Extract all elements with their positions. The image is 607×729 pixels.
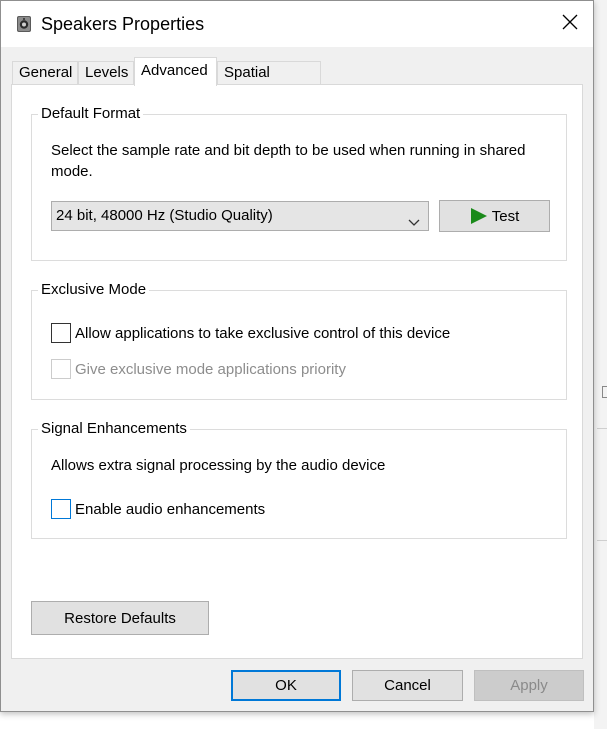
sample-rate-dropdown[interactable]: 24 bit, 48000 Hz (Studio Quality) [51,201,429,231]
exclusive-priority-label: Give exclusive mode applications priorit… [75,360,346,378]
close-icon [562,14,578,34]
cancel-button[interactable]: Cancel [352,670,463,701]
default-format-legend: Default Format [38,104,144,124]
ok-button[interactable]: OK [231,670,341,701]
allow-exclusive-checkbox-row[interactable]: Allow applications to take exclusive con… [51,323,450,343]
exclusive-priority-checkbox[interactable] [51,359,71,379]
exclusive-mode-legend: Exclusive Mode [38,280,150,300]
title-bar: Speakers Properties [1,1,593,47]
tab-spatial-sound[interactable]: Spatial sound [217,61,321,103]
exclusive-priority-checkbox-row[interactable]: Give exclusive mode applications priorit… [51,359,346,379]
test-button[interactable]: Test [439,200,550,232]
allow-exclusive-checkbox[interactable] [51,323,71,343]
enable-enhancements-label: Enable audio enhancements [75,500,266,518]
signal-enhancements-group: Signal Enhancements Allows extra signal … [31,419,567,539]
window-title: Speakers Properties [41,14,205,34]
tab-general[interactable]: General [12,61,78,85]
signal-enhancements-description: Allows extra signal processing by the au… [51,457,386,474]
apply-button[interactable]: Apply [474,670,584,701]
tab-advanced[interactable]: Advanced [134,57,217,86]
exclusive-mode-group: Exclusive Mode Allow applications to tak… [31,280,567,400]
background-glyph [602,386,607,398]
background-divider [597,540,607,541]
tab-levels[interactable]: Levels [78,61,134,85]
chevron-down-icon [408,210,420,226]
advanced-tab-panel: Default Format Select the sample rate an… [11,84,583,659]
background-window [594,0,607,729]
allow-exclusive-label: Allow applications to take exclusive con… [75,324,451,342]
selected-format-value: 24 bit, 48000 Hz (Studio Quality) [56,207,273,224]
signal-enhancements-legend: Signal Enhancements [38,419,190,439]
background-divider [597,428,607,429]
close-button[interactable] [547,1,593,47]
default-format-description: Select the sample rate and bit depth to … [51,142,526,180]
enable-enhancements-checkbox-row[interactable]: Enable audio enhancements [51,499,265,519]
play-icon [470,207,488,225]
restore-defaults-button[interactable]: Restore Defaults [31,601,209,635]
default-format-group: Default Format Select the sample rate an… [31,104,567,261]
enable-enhancements-checkbox[interactable] [51,499,71,519]
speaker-icon [15,15,33,33]
test-button-label: Test [491,207,520,225]
speakers-properties-dialog: Speakers Properties General Levels Advan… [0,0,594,712]
